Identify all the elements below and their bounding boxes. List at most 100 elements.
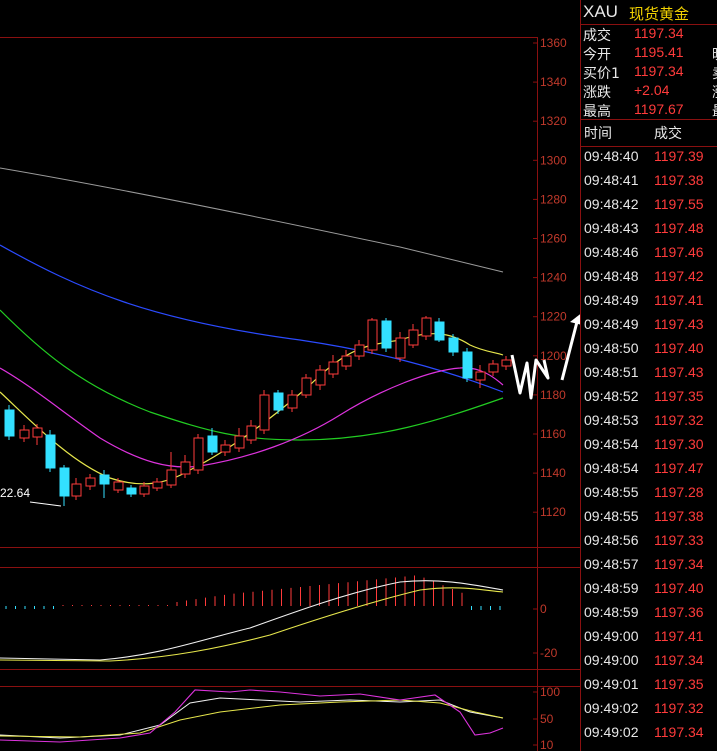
tick-row[interactable]: 09:49:00 1197.41 <box>581 628 717 652</box>
axis-tick-label: 100 <box>540 685 560 699</box>
tick-time: 09:48:43 <box>584 220 639 236</box>
tick-price: 1197.55 <box>654 196 704 212</box>
tick-row[interactable]: 09:48:56 1197.33 <box>581 532 717 556</box>
candle-body <box>59 467 70 497</box>
quote-extra: 最 <box>712 101 717 121</box>
tick-price: 1197.38 <box>654 508 704 524</box>
tick-row[interactable]: 09:48:59 1197.40 <box>581 580 717 604</box>
tick-row[interactable]: 09:49:02 1197.34 <box>581 724 717 748</box>
tick-row[interactable]: 09:48:54 1197.47 <box>581 460 717 484</box>
tick-time: 09:48:50 <box>584 340 639 356</box>
tick-header-price: 成交 <box>654 126 682 142</box>
tick-time: 09:48:57 <box>584 556 639 572</box>
quote-extra: 晚 <box>712 44 717 64</box>
quote-extra: 卖 <box>712 63 717 83</box>
candle-body <box>180 461 191 475</box>
tick-price: 1197.35 <box>654 676 704 692</box>
tick-row[interactable]: 09:48:43 1197.48 <box>581 220 717 244</box>
tick-time: 09:48:49 <box>584 316 639 332</box>
tick-price: 1197.39 <box>654 148 704 164</box>
tick-time: 09:48:52 <box>584 388 639 404</box>
quote-label: 涨跌 <box>583 85 611 101</box>
tick-row[interactable]: 09:48:55 1197.38 <box>581 508 717 532</box>
tick-row[interactable]: 09:48:46 1197.46 <box>581 244 717 268</box>
tick-row[interactable]: 09:49:00 1197.34 <box>581 652 717 676</box>
tick-time: 09:48:42 <box>584 196 639 212</box>
tick-row[interactable]: 09:48:55 1197.28 <box>581 484 717 508</box>
tick-price: 1197.41 <box>654 628 704 644</box>
tick-row[interactable]: 09:48:51 1197.43 <box>581 364 717 388</box>
tick-time: 09:48:49 <box>584 292 639 308</box>
tick-row[interactable]: 09:48:50 1197.40 <box>581 340 717 364</box>
tick-header-time: 时间 <box>584 126 612 142</box>
candle-body <box>4 409 15 437</box>
candle-body <box>139 485 150 495</box>
tick-price: 1197.35 <box>654 388 704 404</box>
tick-price: 1197.41 <box>654 292 704 308</box>
tick-price: 1197.30 <box>654 436 704 452</box>
tick-price: 1197.32 <box>654 700 704 716</box>
tick-price: 1197.33 <box>654 532 704 548</box>
axis-tick-label: 1240 <box>540 271 567 285</box>
tick-time: 09:48:46 <box>584 244 639 260</box>
candle-body <box>152 481 163 489</box>
axis-tick-label: 1160 <box>540 427 566 441</box>
quote-label: 最高 <box>583 104 611 120</box>
tick-row[interactable]: 09:48:53 1197.32 <box>581 412 717 436</box>
tick-price: 1197.36 <box>654 604 704 620</box>
tick-time: 09:48:54 <box>584 436 639 452</box>
candle-body <box>113 481 124 491</box>
tick-price: 1197.47 <box>654 460 704 476</box>
tick-row[interactable]: 09:49:01 1197.35 <box>581 676 717 700</box>
candle-body <box>448 337 459 353</box>
quote-value: 1195.41 <box>634 44 684 60</box>
quote-value: +2.04 <box>634 82 670 98</box>
tick-time: 09:49:01 <box>584 676 639 692</box>
quote-value: 1197.34 <box>634 25 684 41</box>
tick-row[interactable]: 09:48:49 1197.41 <box>581 292 717 316</box>
tick-row[interactable]: 09:48:42 1197.55 <box>581 196 717 220</box>
axis-tick-label: 1340 <box>540 75 567 89</box>
axis-tick-label: 1280 <box>540 192 567 206</box>
axis-tick-label: 1140 <box>540 466 566 480</box>
tick-row[interactable]: 09:48:41 1197.38 <box>581 172 717 196</box>
tick-row[interactable]: 09:48:57 1197.34 <box>581 556 717 580</box>
tick-row[interactable]: 09:48:48 1197.42 <box>581 268 717 292</box>
candle-body <box>71 483 82 497</box>
tick-time: 09:49:02 <box>584 700 639 716</box>
candle-body <box>434 321 445 341</box>
tick-price: 1197.34 <box>654 724 704 740</box>
candle-body <box>341 355 352 367</box>
axis-tick-label: 50 <box>540 712 554 726</box>
divider <box>581 119 717 120</box>
tick-price: 1197.48 <box>654 220 704 236</box>
candle-body <box>246 425 257 441</box>
tick-time: 09:48:55 <box>584 484 639 500</box>
candle-body <box>193 437 204 471</box>
tick-row[interactable]: 09:48:54 1197.30 <box>581 436 717 460</box>
quote-label: 成交 <box>583 28 611 44</box>
tick-row[interactable]: 09:48:52 1197.35 <box>581 388 717 412</box>
candle-body <box>408 329 419 346</box>
candle-body <box>19 429 30 439</box>
tick-row[interactable]: 09:49:02 1197.32 <box>581 700 717 724</box>
tick-price: 1197.40 <box>654 340 704 356</box>
ma-magenta-line <box>0 367 504 468</box>
tick-time: 09:48:59 <box>584 604 639 620</box>
quote-row: 今开 1195.41 晚 <box>581 44 717 63</box>
quote-row: 成交 1197.34 <box>581 25 717 44</box>
axis-tick-label: 1300 <box>540 153 567 167</box>
tick-price: 1197.38 <box>654 172 704 188</box>
tick-time: 09:48:41 <box>584 172 639 188</box>
tick-price: 1197.32 <box>654 412 704 428</box>
tick-time: 09:48:48 <box>584 268 639 284</box>
tick-list-header: 时间 成交 <box>581 121 717 145</box>
tick-row[interactable]: 09:48:49 1197.43 <box>581 316 717 340</box>
tick-row[interactable]: 09:48:59 1197.36 <box>581 604 717 628</box>
kline-chart-area[interactable]: 1360134013201300128012601240122012001180… <box>0 0 580 751</box>
tick-row[interactable]: 09:48:40 1197.39 <box>581 148 717 172</box>
tick-price: 1197.28 <box>654 484 704 500</box>
tick-price: 1197.34 <box>654 556 704 572</box>
tick-price: 1197.43 <box>654 316 704 332</box>
candle-body <box>126 487 137 495</box>
